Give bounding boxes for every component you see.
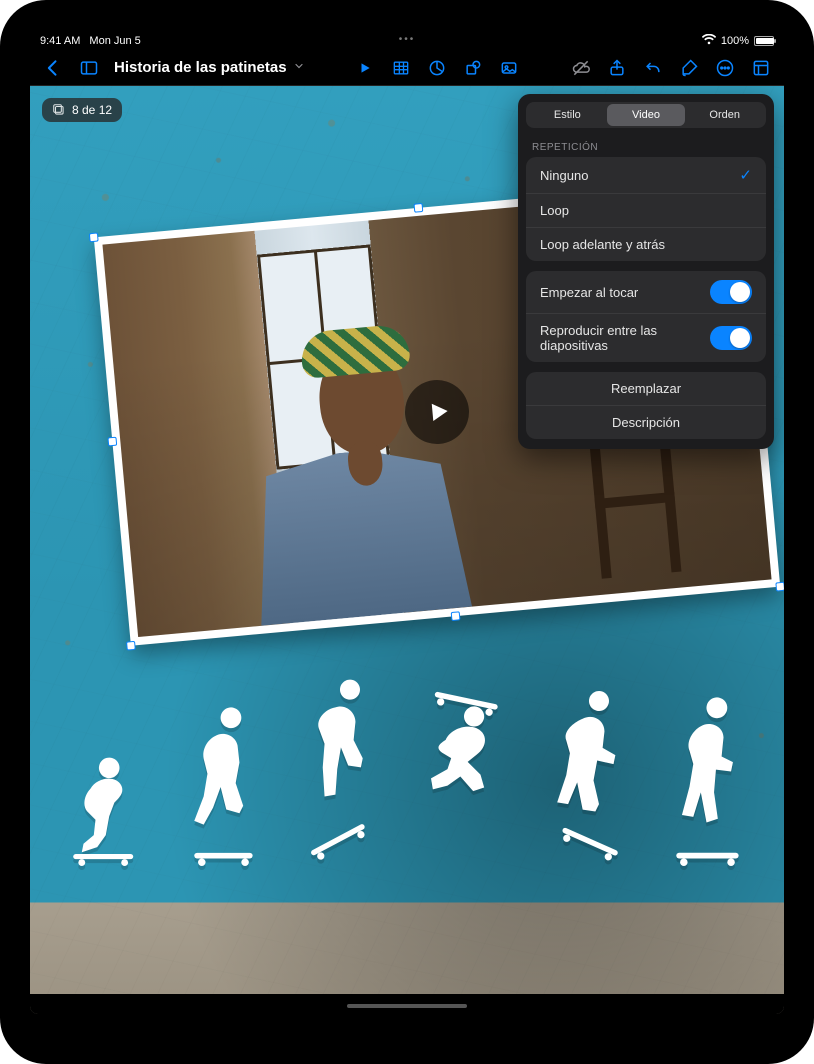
toolbar-center	[348, 53, 526, 83]
share-button[interactable]	[600, 53, 634, 83]
actions-list: Reemplazar Descripción	[526, 372, 766, 439]
undo-button[interactable]	[636, 53, 670, 83]
switch-start-on-tap[interactable]	[710, 280, 752, 304]
insert-chart-button[interactable]	[420, 53, 454, 83]
app-toolbar: Historia de las patinetas	[30, 50, 784, 86]
skater-3	[290, 676, 390, 866]
status-time: 9:41 AM	[40, 35, 80, 47]
insert-shape-button[interactable]	[456, 53, 490, 83]
skater-5	[539, 686, 639, 866]
insert-media-button[interactable]	[492, 53, 526, 83]
title-chevron-down-icon	[293, 59, 305, 76]
inspector-button[interactable]	[744, 53, 778, 83]
repeat-pingpong-label: Loop adelante y atrás	[540, 237, 665, 252]
resize-handle-b[interactable]	[451, 611, 461, 621]
document-title[interactable]: Historia de las patinetas	[108, 59, 311, 76]
home-indicator[interactable]	[347, 1004, 467, 1008]
multitask-dots-icon[interactable]: •••	[399, 34, 416, 45]
skater-6	[659, 696, 754, 866]
battery-percent: 100%	[721, 35, 749, 47]
slide-counter-text: 8 de 12	[72, 103, 112, 117]
action-description-label: Descripción	[612, 415, 680, 430]
tab-order[interactable]: Orden	[685, 104, 764, 126]
repeat-options-list: Ninguno ✓ Loop Loop adelante y atrás	[526, 157, 766, 261]
skater-4	[409, 676, 519, 866]
collab-cloud-icon[interactable]	[564, 53, 598, 83]
action-description[interactable]: Descripción	[526, 406, 766, 439]
resize-handle-br[interactable]	[776, 582, 784, 592]
section-repeat-label: REPETICIÓN	[518, 136, 774, 157]
photo-person	[225, 307, 481, 627]
tab-style[interactable]: Estilo	[528, 104, 607, 126]
checkmark-icon: ✓	[739, 166, 752, 184]
repeat-loop-label: Loop	[540, 203, 569, 218]
photo-chair	[589, 432, 681, 579]
toggle-play-across-slides[interactable]: Reproducir entre las diapositivas	[526, 314, 766, 362]
toggle-start-label: Empezar al tocar	[540, 285, 638, 300]
toggle-start-on-tap[interactable]: Empezar al tocar	[526, 271, 766, 314]
skater-2	[175, 706, 270, 866]
document-title-text: Historia de las patinetas	[114, 59, 287, 76]
resize-handle-t[interactable]	[414, 203, 424, 213]
toolbar-right	[564, 53, 778, 83]
skater-silhouettes	[30, 646, 784, 866]
sidebar-toggle-icon[interactable]	[72, 53, 106, 83]
toggle-across-label: Reproducir entre las diapositivas	[540, 323, 710, 353]
back-button[interactable]	[36, 53, 70, 83]
ipad-frame: 9:41 AM Mon Jun 5 ••• 100% Historia de l…	[0, 0, 814, 1064]
resize-handle-tl[interactable]	[89, 233, 99, 243]
repeat-option-none[interactable]: Ninguno ✓	[526, 157, 766, 194]
popover-tabs: Estilo Video Orden	[526, 102, 766, 128]
resize-handle-l[interactable]	[108, 437, 118, 447]
battery-icon	[754, 36, 774, 46]
repeat-option-pingpong[interactable]: Loop adelante y atrás	[526, 228, 766, 261]
slide-counter-pill[interactable]: 8 de 12	[42, 98, 122, 122]
status-bar: 9:41 AM Mon Jun 5 ••• 100%	[30, 30, 784, 50]
tab-video[interactable]: Video	[607, 104, 686, 126]
action-replace-label: Reemplazar	[611, 381, 681, 396]
toggle-list: Empezar al tocar Reproducir entre las di…	[526, 271, 766, 362]
slides-stack-icon	[52, 103, 66, 117]
repeat-none-label: Ninguno	[540, 168, 588, 183]
switch-play-across[interactable]	[710, 326, 752, 350]
play-button[interactable]	[348, 53, 382, 83]
more-button[interactable]	[708, 53, 742, 83]
insert-table-button[interactable]	[384, 53, 418, 83]
format-brush-button[interactable]	[672, 53, 706, 83]
repeat-option-loop[interactable]: Loop	[526, 194, 766, 228]
format-popover: Estilo Video Orden REPETICIÓN Ninguno ✓ …	[518, 94, 774, 449]
screen: 9:41 AM Mon Jun 5 ••• 100% Historia de l…	[30, 30, 784, 1014]
wifi-icon	[702, 34, 716, 48]
slide-canvas[interactable]: 8 de 12	[30, 86, 784, 1014]
skater-1	[60, 746, 155, 866]
status-date: Mon Jun 5	[89, 35, 140, 47]
action-replace[interactable]: Reemplazar	[526, 372, 766, 406]
